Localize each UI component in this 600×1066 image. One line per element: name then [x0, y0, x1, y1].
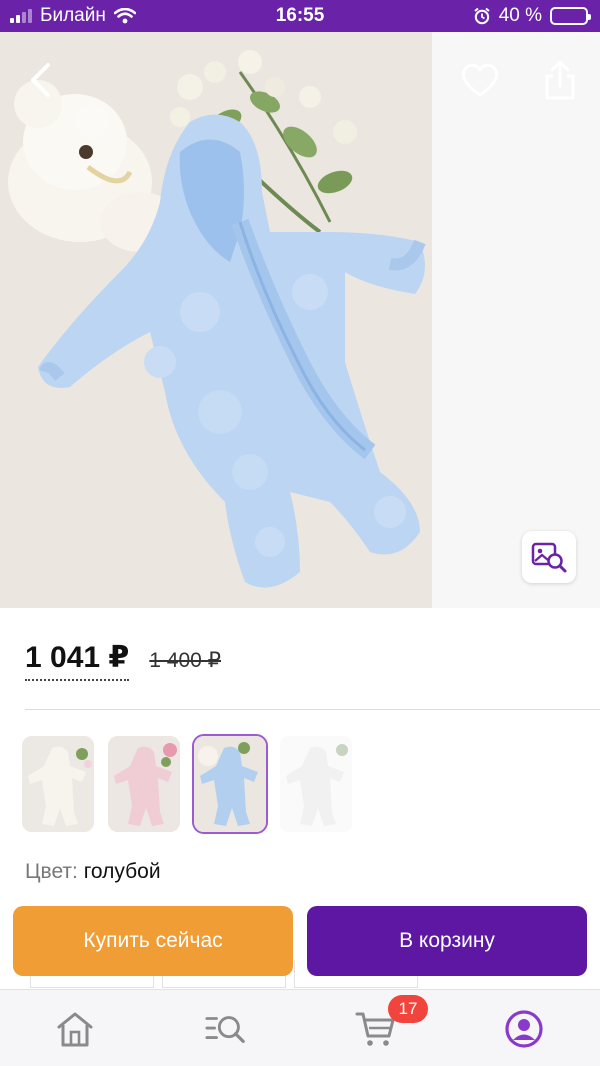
- variant-thumb-pink[interactable]: [108, 736, 180, 832]
- battery-percent: 40 %: [498, 5, 542, 26]
- share-button[interactable]: [538, 56, 582, 104]
- tab-catalog[interactable]: [205, 1008, 247, 1050]
- variant-thumb-light[interactable]: [280, 736, 352, 832]
- price-old: 1 400 ₽: [149, 649, 222, 672]
- divider: [25, 709, 600, 710]
- variant-white-image: [22, 736, 94, 832]
- price-block: 1 041 ₽ 1 400 ₽: [25, 640, 221, 681]
- share-icon: [545, 60, 575, 100]
- home-icon: [57, 1012, 93, 1047]
- color-value: голубой: [83, 860, 161, 883]
- product-photo: [0, 32, 600, 608]
- catalog-search-icon: [205, 1016, 245, 1044]
- tab-home[interactable]: [54, 1008, 96, 1050]
- variant-thumb-white[interactable]: [22, 736, 94, 832]
- buy-now-button[interactable]: Купить сейчас: [13, 906, 293, 976]
- color-variants: [22, 734, 352, 834]
- alarm-icon: [474, 7, 490, 25]
- add-to-cart-button[interactable]: В корзину: [307, 906, 587, 976]
- visual-search-button[interactable]: [522, 531, 576, 583]
- favorite-button[interactable]: [458, 58, 502, 102]
- heart-icon: [461, 63, 499, 97]
- profile-icon: [505, 1010, 543, 1048]
- variant-blue-image: [194, 736, 266, 832]
- back-icon: [31, 63, 50, 97]
- product-screen: Билайн 16:55 40 % 1 041 ₽ 1 400 ₽ Цвет: …: [0, 0, 600, 1066]
- status-bar: Билайн 16:55 40 %: [0, 0, 600, 32]
- back-button[interactable]: [18, 58, 62, 102]
- tab-profile[interactable]: [503, 1008, 545, 1050]
- color-info: Цвет: голубой: [25, 860, 161, 884]
- variant-light-image: [280, 736, 352, 832]
- cart-badge: 17: [388, 995, 428, 1023]
- tab-bar: [0, 989, 600, 1066]
- battery-icon: [550, 7, 591, 25]
- status-right: 40 %: [473, 0, 591, 32]
- variant-pink-image: [108, 736, 180, 832]
- visual-search-icon: [531, 542, 567, 573]
- variant-thumb-blue[interactable]: [192, 734, 268, 834]
- product-image-gallery[interactable]: [0, 32, 600, 608]
- price-current[interactable]: 1 041 ₽: [25, 640, 130, 681]
- color-label: Цвет:: [25, 860, 78, 883]
